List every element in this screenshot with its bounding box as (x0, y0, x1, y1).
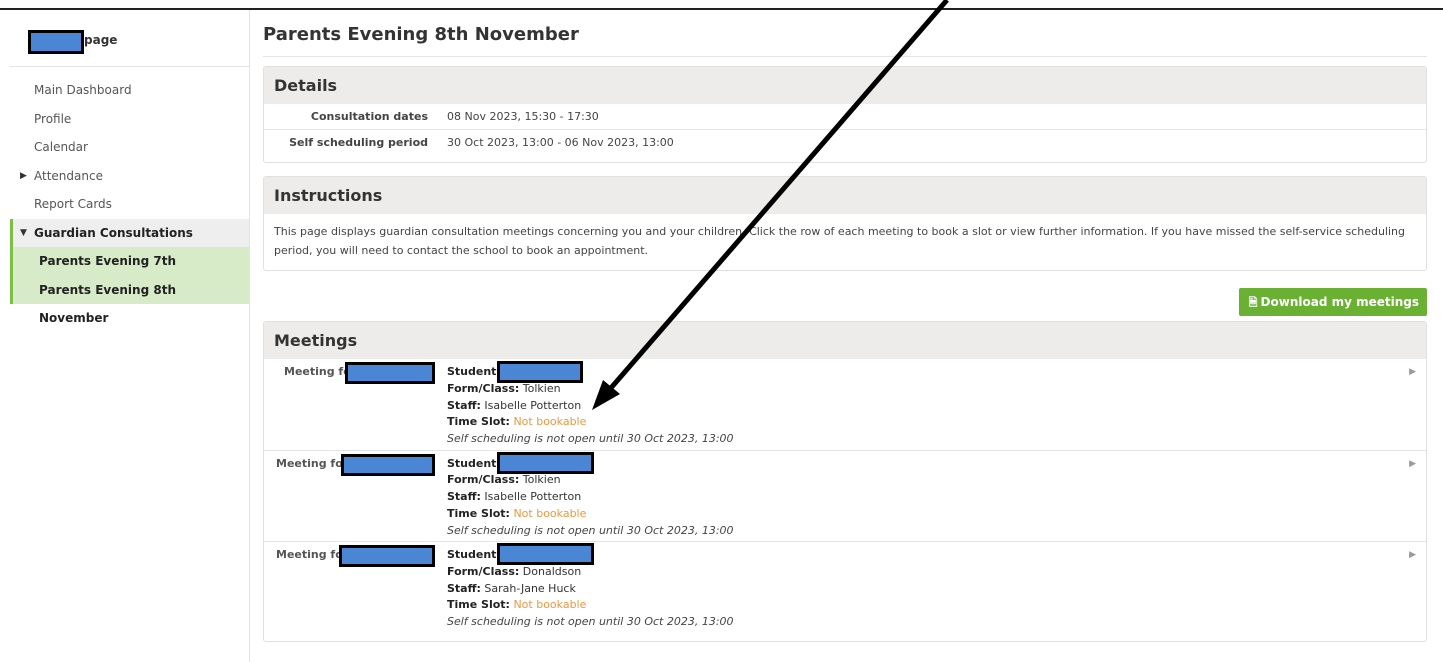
arrow-shaft (602, 0, 949, 398)
annotation-arrow (592, 0, 949, 410)
